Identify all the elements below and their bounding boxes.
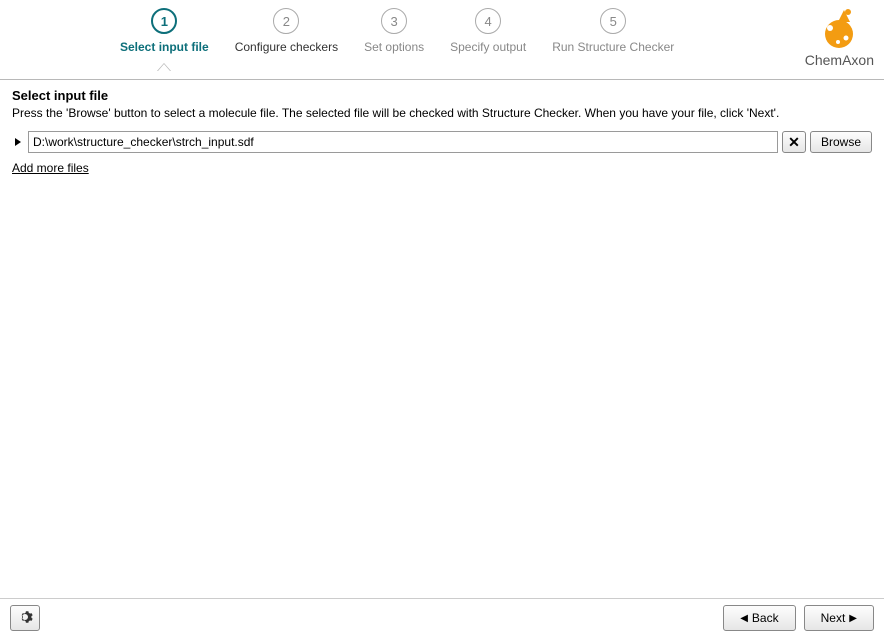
wizard-steps: 1 Select input file 2 Configure checkers… — [120, 8, 674, 54]
step-active-pointer-icon — [157, 63, 171, 71]
footer: ◀ Back Next ▶ — [0, 598, 884, 637]
step-label: Select input file — [120, 40, 209, 54]
wizard-header: 1 Select input file 2 Configure checkers… — [0, 0, 884, 80]
add-more-files-link[interactable]: Add more files — [12, 161, 89, 175]
file-input-row: ✕ Browse — [12, 131, 872, 153]
step-label: Set options — [364, 40, 424, 54]
main-content: Select input file Press the 'Browse' but… — [0, 80, 884, 598]
next-button-label: Next — [821, 611, 846, 625]
step-number: 4 — [475, 8, 501, 34]
arrow-right-icon: ▶ — [849, 613, 857, 624]
step-label: Run Structure Checker — [552, 40, 674, 54]
back-button[interactable]: ◀ Back — [723, 605, 795, 631]
close-icon: ✕ — [788, 134, 800, 151]
step-specify-output[interactable]: 4 Specify output — [450, 8, 526, 54]
step-label: Specify output — [450, 40, 526, 54]
chemaxon-logo-icon — [816, 6, 862, 50]
step-set-options[interactable]: 3 Set options — [364, 8, 424, 54]
next-button[interactable]: Next ▶ — [804, 605, 874, 631]
step-number: 2 — [273, 8, 299, 34]
browse-button-label: Browse — [821, 135, 861, 149]
expand-icon[interactable] — [12, 136, 24, 148]
step-label: Configure checkers — [235, 40, 338, 54]
brand-text: ChemAxon — [805, 52, 874, 68]
settings-button[interactable] — [10, 605, 40, 631]
step-number: 5 — [600, 8, 626, 34]
page-title: Select input file — [12, 88, 872, 103]
arrow-left-icon: ◀ — [740, 613, 748, 624]
gear-icon — [17, 609, 33, 628]
step-run-structure-checker[interactable]: 5 Run Structure Checker — [552, 8, 674, 54]
file-path-input[interactable] — [28, 131, 778, 153]
step-number: 3 — [381, 8, 407, 34]
step-select-input-file[interactable]: 1 Select input file — [120, 8, 209, 54]
page-description: Press the 'Browse' button to select a mo… — [12, 105, 872, 121]
clear-file-button[interactable]: ✕ — [782, 131, 806, 153]
brand-logo: ChemAxon — [805, 6, 874, 68]
footer-nav: ◀ Back Next ▶ — [723, 605, 874, 631]
step-number: 1 — [151, 8, 177, 34]
step-configure-checkers[interactable]: 2 Configure checkers — [235, 8, 338, 54]
back-button-label: Back — [752, 611, 779, 625]
browse-button[interactable]: Browse — [810, 131, 872, 153]
